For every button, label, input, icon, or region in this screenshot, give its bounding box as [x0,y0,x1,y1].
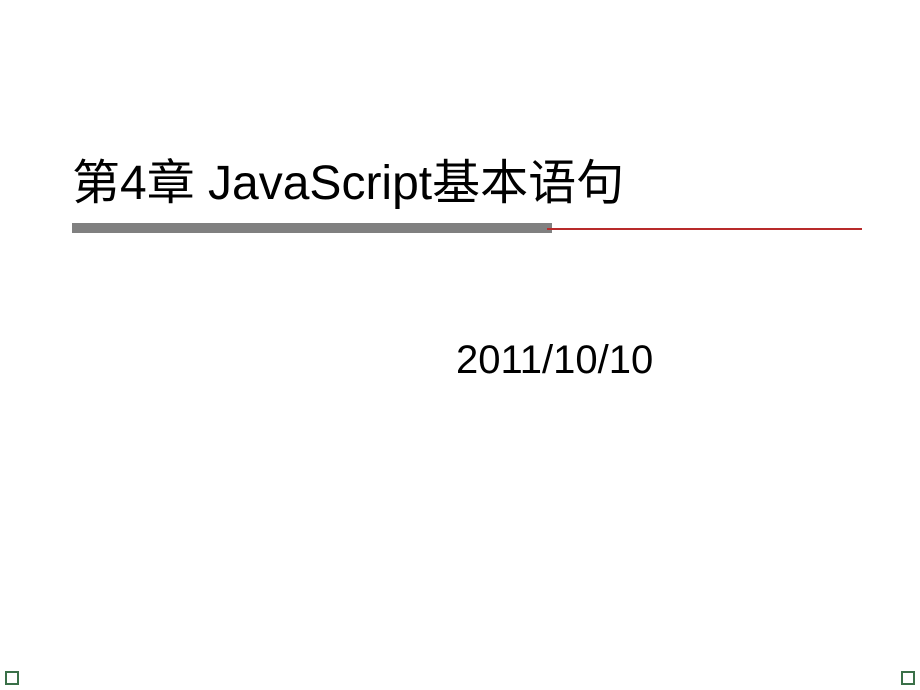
title-block: 第4章 JavaScript基本语句 [72,155,862,213]
slide-date: 2011/10/10 [456,338,653,383]
slide-title: 第4章 JavaScript基本语句 [72,155,862,213]
slide: 第4章 JavaScript基本语句 2011/10/10 [0,0,920,690]
title-underline-thin [547,228,862,230]
decorative-square-icon [5,671,19,685]
title-underline-thick [72,223,552,233]
decorative-square-icon [901,671,915,685]
